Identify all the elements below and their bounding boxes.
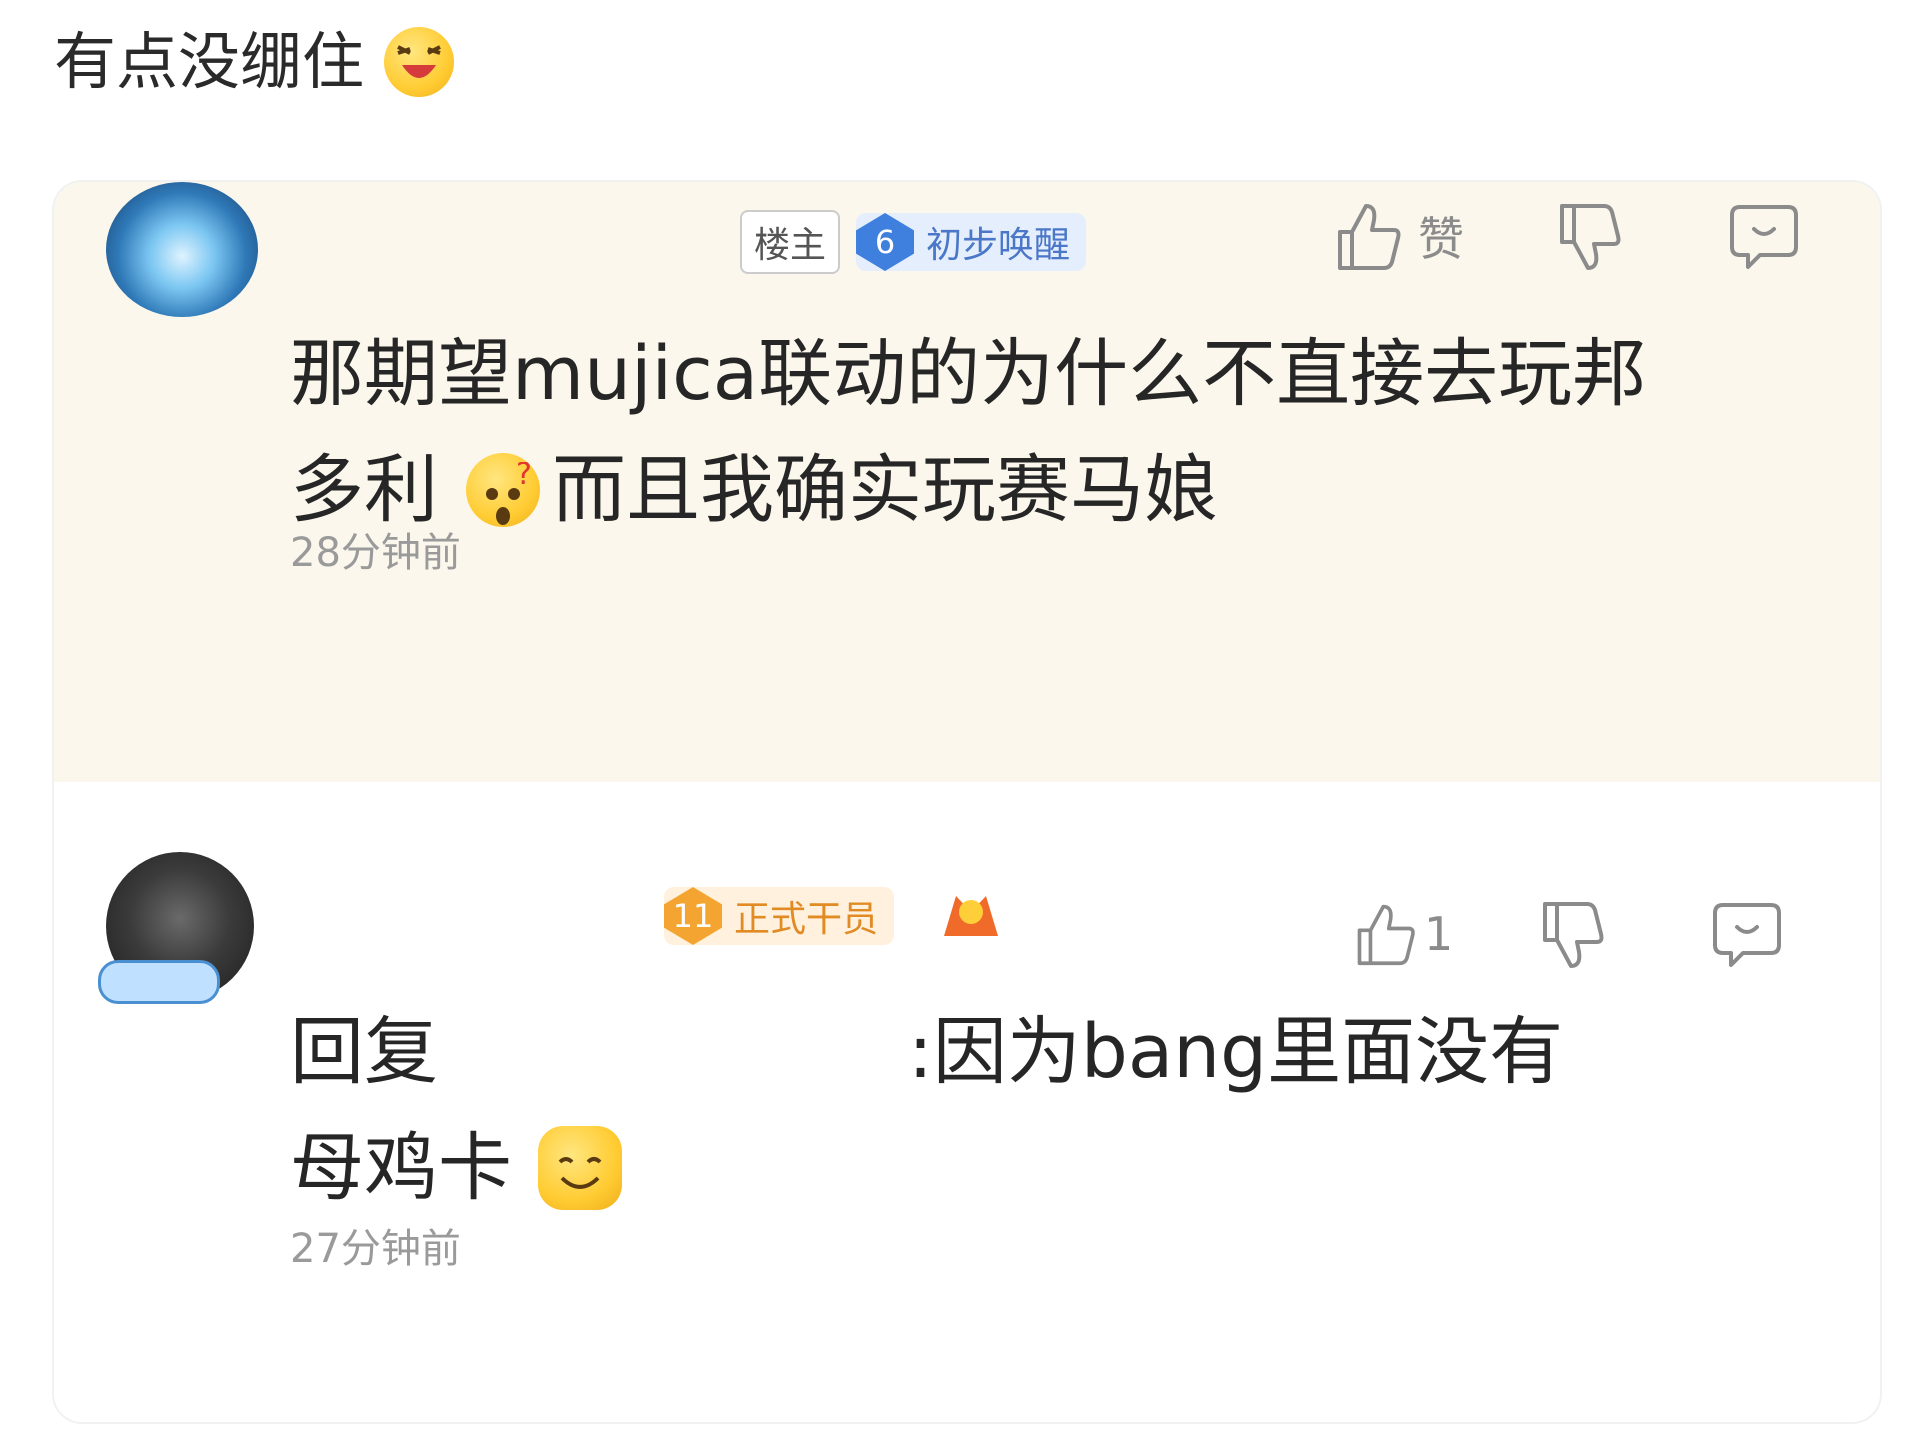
- comment-text-segment: 母鸡卡: [290, 1125, 512, 1211]
- comment-text-line: 回复 :因为bang里面没有: [290, 994, 1820, 1110]
- reply-button[interactable]: [1711, 899, 1783, 969]
- comment-text-line: 那期望mujica联动的为什么不直接去玩邦: [290, 331, 1647, 417]
- level-number: 6: [856, 213, 915, 271]
- comment-bubble-icon: [1730, 205, 1798, 269]
- laughing-emoji-icon: [384, 27, 455, 97]
- smile-emoji-icon: [538, 1126, 622, 1210]
- comment-actions: 赞: [1334, 200, 1800, 272]
- svg-text:?: ?: [516, 462, 532, 492]
- comment-actions: 1: [1354, 898, 1783, 970]
- dislike-button[interactable]: [1539, 898, 1607, 970]
- user-badges: 楼主 6 初步唤醒: [740, 210, 1087, 274]
- avatar[interactable]: [106, 182, 258, 317]
- thumbs-down-icon: [1560, 204, 1621, 270]
- comment-card: 楼主 6 初步唤醒 赞 那期望mujica联动的为什么不直接去玩邦 多利 ? 而…: [54, 182, 1880, 1422]
- like-label: 赞: [1418, 212, 1464, 266]
- confused-emoji-icon: ?: [466, 453, 540, 527]
- level-badge: 11 正式干员: [664, 887, 895, 945]
- level-badge: 6 初步唤醒: [856, 213, 1087, 271]
- comment-bubble-icon: [1713, 903, 1782, 967]
- level-title: 正式干员: [734, 899, 879, 940]
- like-button[interactable]: 1: [1354, 901, 1453, 967]
- level-number: 11: [664, 887, 722, 945]
- like-count: 1: [1424, 907, 1454, 961]
- level-title: 初步唤醒: [926, 225, 1071, 266]
- comment-text-segment: :因为bang里面没有: [908, 1009, 1564, 1095]
- reply-button[interactable]: [1728, 201, 1800, 271]
- reply-prefix: 回复: [290, 1009, 438, 1095]
- comment-text-segment: 而且我确实玩赛马娘: [552, 447, 1218, 533]
- like-button[interactable]: 赞: [1334, 200, 1464, 272]
- thumbs-down-icon: [1543, 902, 1604, 968]
- thumbs-up-icon: [1338, 204, 1401, 270]
- host-tag: 楼主: [740, 210, 841, 274]
- avatar-frame-decoration: [98, 960, 220, 1004]
- comment-text: 那期望mujica联动的为什么不直接去玩邦 多利 ? 而且我确实玩赛马娘: [290, 316, 1820, 548]
- comment-text-line: 多利 ? 而且我确实玩赛马娘: [290, 432, 1820, 548]
- dislike-button[interactable]: [1556, 200, 1624, 272]
- medal-icon: [940, 886, 1002, 946]
- comment-text-line: 母鸡卡: [290, 1110, 1820, 1226]
- thumbs-up-icon: [1357, 904, 1415, 966]
- user-badges: 11 正式干员: [664, 886, 1002, 946]
- comment-time: 27分钟前: [290, 1226, 461, 1272]
- comment-item: 11 正式干员 1 回复:因为bang里面没有 母鸡卡 27分钟前: [54, 782, 1880, 1422]
- comment-item: 楼主 6 初步唤醒 赞 那期望mujica联动的为什么不直接去玩邦 多利 ? 而…: [54, 182, 1880, 782]
- comment-time: 28分钟前: [290, 530, 461, 576]
- comment-text: 回复 :因为bang里面没有 母鸡卡: [290, 994, 1820, 1226]
- post-caption: 有点没绷住: [54, 22, 455, 102]
- caption-text: 有点没绷住: [54, 25, 365, 98]
